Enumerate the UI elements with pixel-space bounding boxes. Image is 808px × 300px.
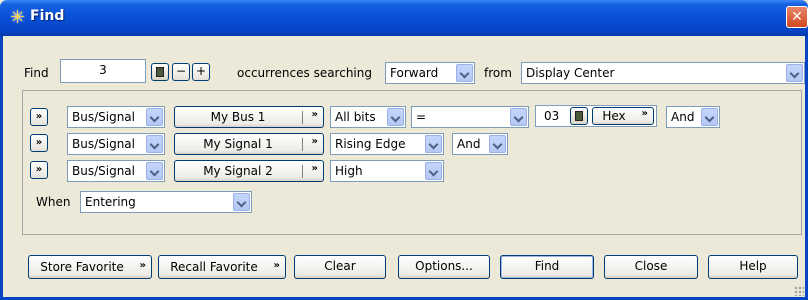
recall-favorite-button[interactable]: Recall Favorite »	[158, 255, 286, 279]
row1-operator-value: =	[416, 110, 427, 124]
row3-kind-select[interactable]: Bus/Signal	[67, 160, 165, 182]
close-button[interactable]: Close	[604, 255, 698, 279]
direction-select[interactable]: Forward	[385, 62, 475, 84]
row3-kind-value: Bus/Signal	[72, 164, 135, 178]
when-label: When	[36, 195, 71, 209]
row3-signal-button[interactable]: My Signal 2 »	[174, 160, 324, 182]
row2-signal-button[interactable]: My Signal 1 »	[174, 133, 324, 155]
resize-grip-icon[interactable]	[794, 286, 804, 296]
chevron-down-icon[interactable]	[425, 162, 442, 180]
increment-button[interactable]: +	[192, 63, 210, 81]
find-sparkle-icon: ✳	[10, 7, 26, 28]
find-button[interactable]: Find	[500, 255, 594, 279]
chevron-down-icon: »	[311, 109, 318, 120]
chevron-down-icon[interactable]	[425, 135, 442, 153]
row3-expand-button[interactable]: »	[30, 161, 48, 179]
recall-favorite-label: Recall Favorite	[170, 260, 258, 274]
row2-signal-label: My Signal 1	[203, 137, 273, 151]
row1-bits-select[interactable]: All bits	[330, 106, 406, 128]
decrement-button[interactable]: −	[172, 63, 190, 81]
calculator-icon[interactable]	[570, 107, 588, 125]
row1-operator-select[interactable]: =	[411, 106, 529, 128]
row2-logic-value: And	[457, 137, 481, 151]
row2-kind-value: Bus/Signal	[72, 137, 135, 151]
chevron-down-icon[interactable]	[701, 108, 718, 126]
chevron-down-icon[interactable]	[146, 162, 163, 180]
chevron-down-icon: »	[641, 108, 648, 119]
row2-expand-button[interactable]: »	[30, 134, 48, 152]
radix-label: Hex	[602, 109, 626, 123]
chevron-down-icon: »	[311, 163, 318, 174]
separator	[302, 111, 303, 124]
radix-button[interactable]: Hex »	[592, 107, 654, 125]
chevron-down-icon[interactable]	[146, 135, 163, 153]
from-select[interactable]: Display Center	[521, 62, 805, 84]
chevron-down-icon: »	[311, 136, 318, 147]
chevron-down-icon[interactable]	[387, 108, 404, 126]
chevron-down-icon[interactable]	[489, 135, 506, 153]
row1-expand-button[interactable]: »	[30, 108, 48, 126]
row1-kind-value: Bus/Signal	[72, 110, 135, 124]
calculator-icon[interactable]	[151, 63, 169, 81]
chevron-down-icon[interactable]	[456, 64, 473, 82]
from-value: Display Center	[526, 66, 615, 80]
row3-level-value: High	[335, 164, 363, 178]
occurrences-label: occurrences searching	[237, 66, 372, 80]
from-label: from	[484, 66, 512, 80]
chevron-down-icon: »	[273, 260, 280, 271]
occurrence-count-field[interactable]: 3	[60, 59, 146, 83]
row2-logic-select[interactable]: And	[452, 133, 508, 155]
chevron-down-icon[interactable]	[233, 193, 250, 211]
when-value: Entering	[85, 195, 136, 209]
when-select[interactable]: Entering	[80, 191, 252, 213]
options-button[interactable]: Options...	[398, 255, 490, 279]
close-window-button[interactable]: ✕	[786, 6, 808, 28]
chevron-down-icon[interactable]	[786, 64, 803, 82]
find-label: Find	[24, 66, 49, 80]
row1-logic-value: And	[671, 110, 695, 124]
row1-bits-value: All bits	[335, 110, 376, 124]
chevron-down-icon[interactable]	[146, 108, 163, 126]
help-button[interactable]: Help	[708, 255, 798, 279]
row3-level-select[interactable]: High	[330, 160, 444, 182]
row3-signal-label: My Signal 2	[203, 164, 273, 178]
chevron-down-icon: »	[139, 260, 146, 271]
row2-edge-select[interactable]: Rising Edge	[330, 133, 444, 155]
store-favorite-label: Store Favorite	[40, 260, 124, 274]
row1-value-text: 03	[544, 109, 560, 123]
row2-kind-select[interactable]: Bus/Signal	[67, 133, 165, 155]
chevron-down-icon[interactable]	[510, 108, 527, 126]
clear-button[interactable]: Clear	[294, 255, 386, 279]
title-bar: ✳ Find ✕	[0, 0, 808, 36]
row1-signal-label: My Bus 1	[210, 110, 266, 124]
direction-value: Forward	[390, 66, 439, 80]
separator	[302, 165, 303, 178]
window-title: Find	[30, 8, 65, 24]
row2-edge-value: Rising Edge	[335, 137, 406, 151]
row1-signal-button[interactable]: My Bus 1 »	[174, 106, 324, 128]
row1-kind-select[interactable]: Bus/Signal	[67, 106, 165, 128]
separator	[302, 138, 303, 151]
row1-logic-select[interactable]: And	[666, 106, 720, 128]
store-favorite-button[interactable]: Store Favorite »	[28, 255, 152, 279]
